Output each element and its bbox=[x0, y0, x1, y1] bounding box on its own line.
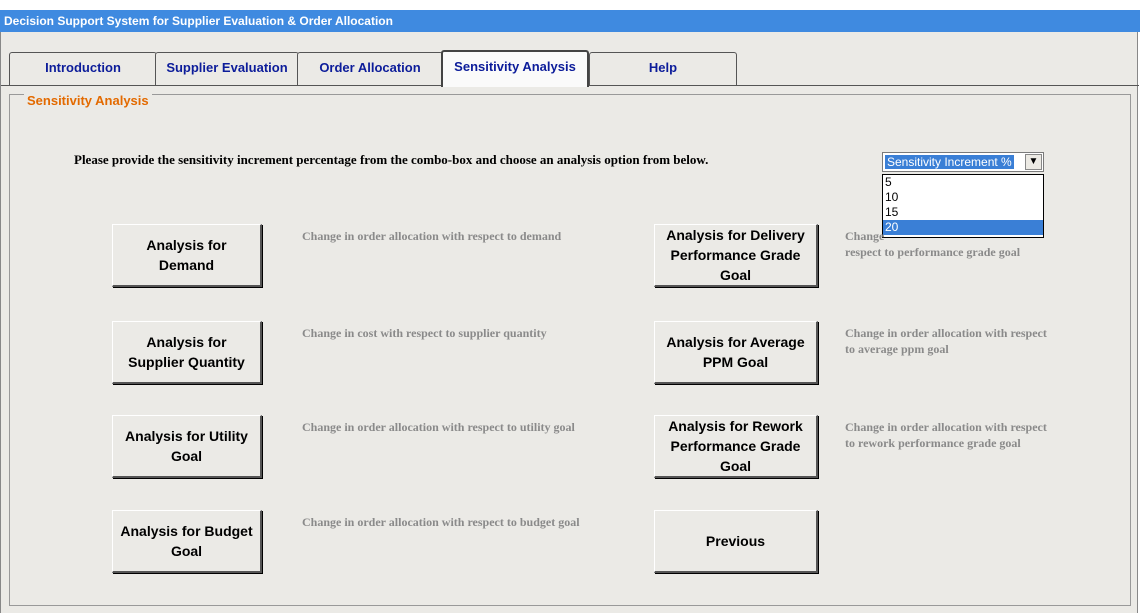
budget-goal-description: Change in order allocation with respect … bbox=[302, 515, 580, 529]
instruction-text: Please provide the sensitivity increment… bbox=[74, 152, 709, 167]
option-10[interactable]: 10 bbox=[883, 190, 1043, 205]
combo-value: Sensitivity Increment % bbox=[885, 155, 1014, 169]
sensitivity-increment-combo[interactable]: Sensitivity Increment % ▼ bbox=[882, 152, 1044, 172]
previous-button[interactable]: Previous bbox=[654, 510, 818, 573]
sensitivity-increment-dropdown: 5 10 15 20 bbox=[882, 174, 1044, 238]
delivery-goal-description-rest: respect to performance grade goal bbox=[845, 245, 1021, 259]
analysis-budget-goal-button[interactable]: Analysis for Budget Goal bbox=[112, 510, 262, 573]
tab-help[interactable]: Help bbox=[589, 52, 737, 86]
analysis-supplier-quantity-button[interactable]: Analysis for Supplier Quantity bbox=[112, 321, 262, 384]
option-15[interactable]: 15 bbox=[883, 205, 1043, 220]
analysis-rework-goal-button[interactable]: Analysis for Rework Performance Grade Go… bbox=[654, 415, 818, 478]
window-title: Decision Support System for Supplier Eva… bbox=[0, 10, 1140, 32]
tab-supplier-evaluation[interactable]: Supplier Evaluation bbox=[155, 52, 299, 86]
analysis-utility-goal-button[interactable]: Analysis for Utility Goal bbox=[112, 415, 262, 478]
chevron-down-icon[interactable]: ▼ bbox=[1025, 154, 1042, 170]
panel-legend: Sensitivity Analysis bbox=[24, 93, 152, 108]
supplier-quantity-description: Change in cost with respect to supplier … bbox=[302, 326, 547, 340]
analysis-delivery-goal-button[interactable]: Analysis for Delivery Performance Grade … bbox=[654, 224, 818, 287]
analysis-demand-button[interactable]: Analysis for Demand bbox=[112, 224, 262, 287]
rework-goal-description: Change in order allocation with respect … bbox=[845, 420, 1047, 450]
tab-introduction[interactable]: Introduction bbox=[9, 52, 157, 86]
ppm-goal-description: Change in order allocation with respect … bbox=[845, 326, 1047, 356]
demand-description: Change in order allocation with respect … bbox=[302, 229, 562, 243]
option-5[interactable]: 5 bbox=[883, 175, 1043, 190]
utility-goal-description: Change in order allocation with respect … bbox=[302, 420, 575, 434]
option-20[interactable]: 20 bbox=[883, 220, 1043, 235]
analysis-ppm-goal-button[interactable]: Analysis for Average PPM Goal bbox=[654, 321, 818, 384]
tab-order-allocation[interactable]: Order Allocation bbox=[297, 52, 443, 86]
tab-sensitivity-analysis[interactable]: Sensitivity Analysis bbox=[441, 50, 589, 87]
delivery-goal-description-start: Change bbox=[845, 229, 885, 243]
